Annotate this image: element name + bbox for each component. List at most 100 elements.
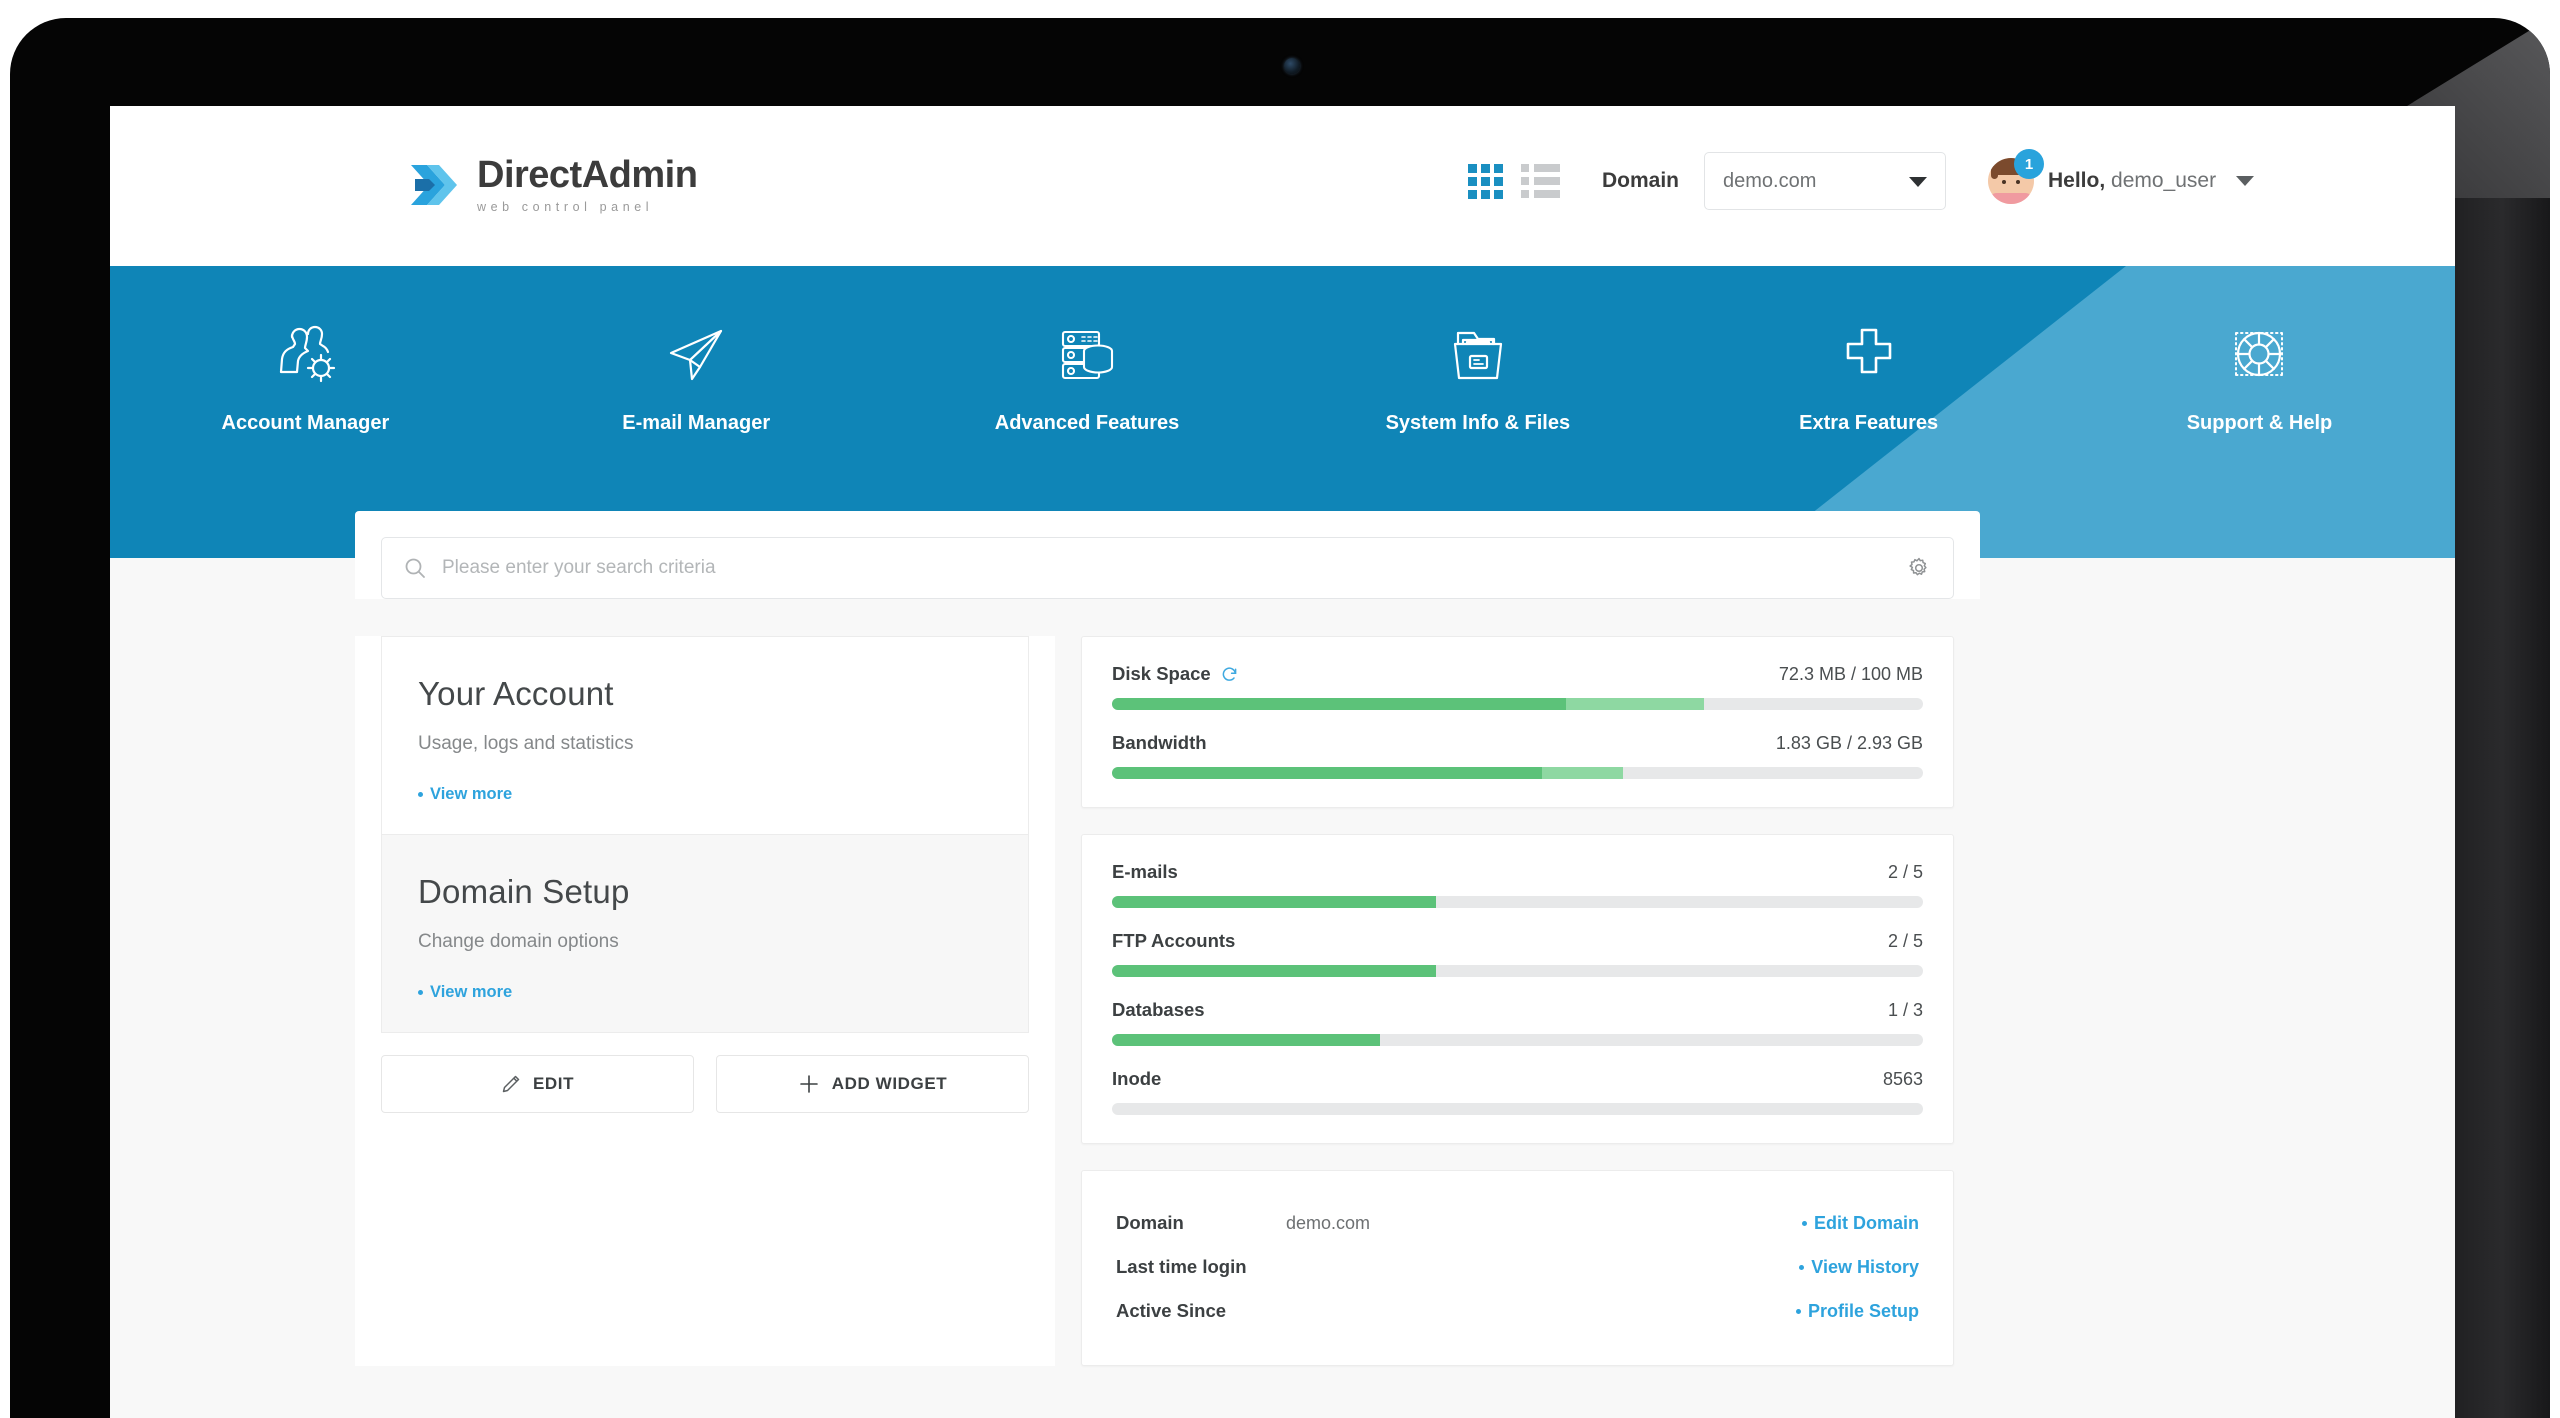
refresh-icon[interactable] (1221, 666, 1238, 683)
lifebuoy-icon (2226, 312, 2292, 398)
info-label: Last time login (1116, 1256, 1247, 1277)
view-history-link[interactable]: View History (1799, 1257, 1919, 1278)
search-container (355, 511, 1980, 599)
edit-domain-label: Edit Domain (1813, 1212, 1919, 1233)
stat-value: 2 / 5 (1887, 861, 1923, 882)
nav-item-support-help[interactable]: Support & Help (2064, 266, 2455, 435)
stat-label-text: Disk Space (1112, 663, 1211, 684)
profile-setup-label: Profile Setup (1807, 1300, 1919, 1321)
nav-item-extra-features[interactable]: Extra Features (1673, 266, 2064, 435)
info-label: Domain (1116, 1212, 1184, 1233)
stat-row-emails: E-mails 2 / 5 (1112, 861, 1923, 908)
nav-label: E-mail Manager (622, 412, 771, 434)
server-database-icon (1054, 312, 1120, 398)
nav-label: Account Manager (221, 412, 390, 434)
progress-bar (1112, 1103, 1923, 1115)
avatar-wrap: 1 (1988, 149, 2044, 204)
progress-bar (1112, 767, 1923, 779)
stat-value: 2 / 5 (1887, 930, 1923, 951)
edit-domain-link[interactable]: Edit Domain (1801, 1212, 1919, 1234)
domain-label: Domain (1602, 169, 1680, 192)
nav-item-system-info-files[interactable]: System Info & Files (1282, 266, 1673, 435)
chevron-down-icon (2236, 176, 2255, 186)
logo-title: DirectAdmin (477, 154, 698, 196)
progress-bar (1112, 896, 1923, 908)
dashboard-panels: Your Account Usage, logs and statistics … (355, 636, 1980, 1366)
widget-description: Change domain options (418, 931, 619, 952)
plus-icon (1836, 312, 1902, 398)
view-more-link[interactable]: View more (418, 785, 512, 804)
stat-value: 1 / 3 (1887, 999, 1923, 1020)
edit-button[interactable]: EDIT (381, 1055, 694, 1113)
search-bar[interactable] (381, 537, 1954, 599)
stat-label: Bandwidth (1112, 732, 1207, 754)
plus-icon (798, 1073, 820, 1095)
info-label: Active Since (1116, 1300, 1227, 1321)
stat-row-ftp-accounts: FTP Accounts 2 / 5 (1112, 930, 1923, 977)
stat-value: 1.83 GB / 2.93 GB (1775, 732, 1923, 753)
greeting-bold: Hello, (2048, 169, 2106, 192)
view-more-label: View more (430, 983, 513, 1001)
stat-value: 8563 (1882, 1068, 1923, 1089)
nav-item-advanced-features[interactable]: Advanced Features (892, 266, 1283, 435)
nav-label: Support & Help (2186, 412, 2333, 434)
progress-bar (1112, 1034, 1923, 1046)
domain-select[interactable]: demo.com (1704, 152, 1947, 210)
info-row-active-since: Active Since Profile Setup (1116, 1289, 1919, 1333)
user-menu[interactable]: 1 Hello, demo_user (1988, 149, 2255, 204)
domain-select-value: demo.com (1723, 169, 1817, 192)
logo-tagline: web control panel (477, 200, 654, 214)
bullet-icon (1795, 1308, 1801, 1314)
paper-plane-icon (663, 312, 729, 398)
folder-files-icon (1445, 312, 1511, 398)
search-icon (404, 557, 426, 579)
info-row-domain: Domain demo.com Edit Domain (1116, 1201, 1919, 1245)
widget-your-account[interactable]: Your Account Usage, logs and statistics … (381, 636, 1029, 835)
bullet-icon (418, 792, 423, 797)
stat-label: FTP Accounts (1112, 930, 1235, 952)
view-history-label: View History (1811, 1256, 1919, 1277)
logo-name-bold: Direct (477, 154, 582, 196)
widget-domain-setup[interactable]: Domain Setup Change domain options View … (381, 835, 1029, 1033)
account-usage-card: E-mails 2 / 5 FTP Accounts 2 / 5 Databas… (1081, 834, 1954, 1144)
info-row-last-login: Last time login View History (1116, 1245, 1919, 1289)
directadmin-logo-icon (405, 157, 461, 213)
nav-item-email-manager[interactable]: E-mail Manager (501, 266, 892, 435)
widget-description: Usage, logs and statistics (418, 733, 634, 754)
widget-title: Domain Setup (418, 873, 630, 910)
user-name: demo_user (2105, 169, 2217, 192)
app-logo[interactable]: DirectAdmin web control panel (405, 154, 698, 214)
progress-bar (1112, 698, 1923, 710)
user-greeting: Hello, demo_user (2048, 169, 2216, 193)
bullet-icon (1799, 1264, 1805, 1270)
bullet-icon (1801, 1220, 1807, 1226)
top-header: DirectAdmin web control panel Domain dem… (110, 106, 2455, 266)
domain-info-card: Domain demo.com Edit Domain Last time lo… (1081, 1170, 1954, 1366)
stat-label: Disk Space (1112, 663, 1238, 685)
pencil-icon (501, 1074, 521, 1094)
gear-icon[interactable] (1907, 556, 1931, 580)
search-input[interactable] (442, 557, 1907, 579)
list-view-icon[interactable] (1521, 164, 1560, 198)
header-center-controls: Domain demo.com (1468, 152, 1947, 210)
add-widget-button[interactable]: ADD WIDGET (716, 1055, 1029, 1113)
grid-view-icon[interactable] (1468, 163, 1503, 199)
bullet-icon (418, 990, 423, 995)
notification-badge[interactable]: 1 (2014, 149, 2044, 179)
stats-column: Disk Space 72.3 MB / 100 MB Bandwidth 1.… (1055, 636, 1980, 1366)
view-more-label: View more (430, 785, 513, 803)
widget-actions: EDIT ADD WIDGET (381, 1055, 1029, 1113)
stat-label: Inode (1112, 1068, 1161, 1090)
stat-label-text: FTP Accounts (1112, 930, 1236, 951)
users-gear-icon (272, 312, 338, 398)
nav-item-account-manager[interactable]: Account Manager (110, 266, 501, 435)
stat-label-text: Inode (1112, 1068, 1162, 1089)
info-value: demo.com (1286, 1212, 1371, 1233)
stat-value: 72.3 MB / 100 MB (1778, 663, 1923, 684)
nav-label: Extra Features (1799, 412, 1939, 434)
stat-row-bandwidth: Bandwidth 1.83 GB / 2.93 GB (1112, 732, 1923, 779)
stat-label-text: E-mails (1112, 861, 1178, 882)
profile-setup-link[interactable]: Profile Setup (1795, 1300, 1919, 1322)
progress-bar (1112, 965, 1923, 977)
view-more-link[interactable]: View more (418, 983, 512, 1002)
